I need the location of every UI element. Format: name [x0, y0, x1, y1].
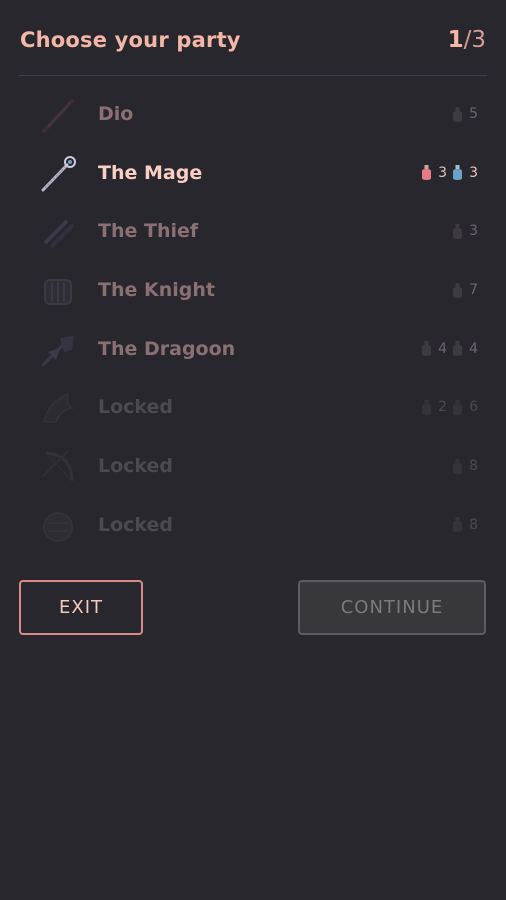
red-potion-count: 2 [438, 399, 448, 416]
party-name: Locked [98, 513, 174, 536]
party-name: The Mage [98, 161, 203, 184]
party-name: Dio [98, 103, 134, 125]
party-stats: 3 3 [421, 165, 478, 181]
party-row-dio[interactable]: Dio 5 [0, 85, 506, 144]
party-name: The Thief [98, 220, 199, 243]
party-name: The Dragoon [98, 337, 236, 360]
dark-potion-count: 7 [469, 282, 478, 299]
dark-potion-icon [453, 517, 463, 533]
dark-potion-icon [453, 399, 463, 415]
blue-potion-count: 3 [469, 164, 478, 181]
party-stats: 3 [452, 223, 478, 239]
party-row-knight[interactable]: The Knight 7 [0, 261, 506, 320]
baton-icon [42, 99, 74, 133]
dark-potion-count: 5 [469, 106, 478, 122]
orb-icon [43, 511, 73, 542]
dark-potion-icon [422, 399, 432, 415]
blue-potion-icon [453, 165, 463, 181]
party-name: Locked [98, 396, 174, 419]
party-stats: 7 [452, 282, 478, 298]
header: Choose your party 1/3 [0, 0, 506, 76]
party-stats: 8 [452, 458, 478, 474]
party-counter: 1/3 [448, 27, 486, 53]
header-divider [19, 75, 487, 76]
party-name: Locked [98, 455, 174, 478]
dark-potion-icon [453, 341, 463, 357]
bow-icon [41, 450, 74, 482]
dark-potion-icon [453, 282, 463, 298]
dark-potion-count: 3 [469, 223, 478, 240]
exit-button[interactable]: EXIT [19, 580, 143, 635]
party-name: The Knight [98, 279, 215, 302]
red-potion-count: 4 [438, 340, 448, 357]
page-title: Choose your party [20, 28, 241, 52]
party-row-dragoon[interactable]: The Dragoon 4 4 [0, 320, 506, 379]
party-count-total: /3 [463, 27, 486, 53]
daggers-icon [44, 220, 74, 249]
party-count-current: 1 [447, 27, 464, 53]
lance-icon [41, 335, 74, 367]
party-stats: 5 [452, 106, 478, 122]
red-potion-icon [422, 165, 432, 181]
dark-potion-icon [422, 341, 432, 357]
dark-potion-icon [453, 458, 463, 474]
wing-icon [43, 393, 74, 424]
party-row-mage[interactable]: The Mage 3 3 [0, 144, 506, 203]
party-list: Dio 5 The Mage 3 3 The Thief 3 The Knigh… [0, 85, 506, 555]
dark-potion-count: 8 [469, 458, 478, 475]
party-row-locked: Locked 8 [0, 496, 506, 555]
party-row-locked: Locked 2 6 [0, 378, 506, 437]
continue-button[interactable]: CONTINUE [298, 580, 486, 635]
shield-icon [44, 279, 72, 306]
party-stats: 2 6 [421, 399, 478, 415]
staff-icon [41, 155, 76, 192]
party-row-locked: Locked 8 [0, 437, 506, 496]
dark-potion-icon [453, 223, 463, 239]
blue-potion-count: 6 [469, 399, 478, 416]
dark-potion-count: 8 [469, 516, 478, 533]
party-stats: 8 [452, 517, 478, 533]
party-stats: 4 4 [421, 341, 478, 357]
blue-potion-count: 4 [469, 340, 478, 357]
dark-potion-icon [453, 106, 463, 122]
party-row-thief[interactable]: The Thief 3 [0, 202, 506, 261]
red-potion-count: 3 [438, 164, 448, 181]
